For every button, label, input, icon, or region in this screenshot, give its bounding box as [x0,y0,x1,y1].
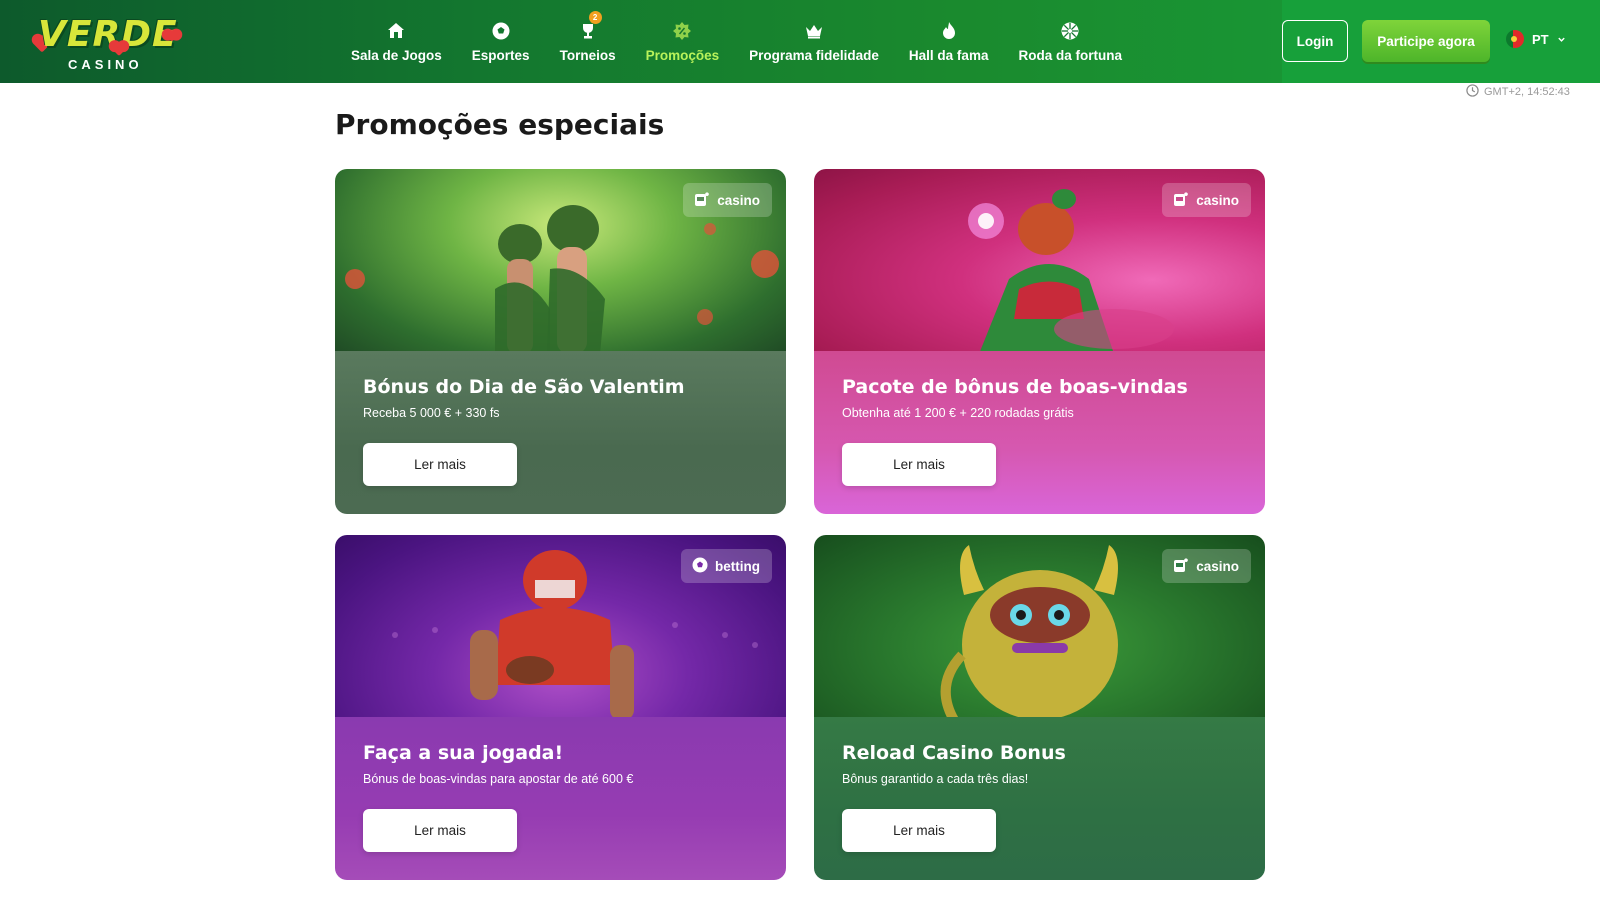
nav-torneios[interactable]: 2 Torneios [545,0,631,83]
nav-promocoes[interactable]: Promoções [631,0,735,83]
promo-subtitle: Bônus garantido a cada três dias! [842,772,1029,786]
promo-card-welcome-package[interactable]: casino Pacote de bônus de boas-vindas Ob… [814,169,1265,514]
promo-tag-label: casino [717,192,760,208]
login-button[interactable]: Login [1282,20,1348,62]
main-nav: Sala de Jogos Esportes 2 Torneios Promoç… [336,0,1137,83]
nav-label: Hall da fama [908,48,989,63]
nav-hall-da-fama[interactable]: Hall da fama [894,0,1004,83]
server-clock: GMT+2, 14:52:43 [1466,84,1570,100]
chevron-down-icon [1557,32,1566,47]
promo-card-reload[interactable]: casino Reload Casino Bonus Bônus garanti… [814,535,1265,880]
slot-machine-icon [1172,190,1190,211]
clock-text: GMT+2, 14:52:43 [1484,86,1570,98]
promo-subtitle: Obtenha até 1 200 € + 220 rodadas grátis [842,406,1074,420]
promo-tag-label: casino [1196,558,1239,574]
read-more-button[interactable]: Ler mais [842,443,996,486]
promo-title: Pacote de bônus de boas-vindas [842,376,1188,398]
promo-subtitle: Bónus de boas-vindas para apostar de até… [363,772,634,786]
nav-roda-da-fortuna[interactable]: Roda da fortuna [1003,0,1137,83]
portugal-flag-icon [1506,30,1524,48]
heart-icon [166,30,178,42]
wheel-icon [1059,20,1081,42]
promo-tag: casino [1162,549,1251,583]
verde-casino-logo[interactable]: VERDE CASINO [30,10,190,72]
join-now-button[interactable]: Participe agora [1362,20,1490,62]
promo-card-valentine[interactable]: casino Bónus do Dia de São Valentim Rece… [335,169,786,514]
logo-word: VERDE [38,14,178,55]
slot-machine-icon [693,190,711,211]
read-more-button[interactable]: Ler mais [363,443,517,486]
notification-badge: 2 [588,11,602,24]
promo-title: Bónus do Dia de São Valentim [363,376,685,398]
top-header: VERDE CASINO Sala de Jogos Esportes 2 To… [0,0,1600,83]
promo-tag: casino [683,183,772,217]
promo-badge-icon [671,20,693,42]
read-more-button[interactable]: Ler mais [363,809,517,852]
slot-machine-icon [1172,556,1190,577]
fire-icon [938,20,960,42]
promo-title: Reload Casino Bonus [842,742,1066,764]
crown-icon [803,20,825,42]
logo-subtitle: CASINO [68,57,143,72]
language-selector[interactable]: PT [1506,30,1566,48]
promo-tag: betting [681,549,772,583]
language-code: PT [1532,31,1549,47]
promo-tag-label: casino [1196,192,1239,208]
read-more-button[interactable]: Ler mais [842,809,996,852]
soccer-ball-icon [490,20,512,42]
nav-label: Roda da fortuna [1018,48,1122,63]
nav-label: Programa fidelidade [749,48,879,63]
soccer-ball-icon [691,556,709,577]
nav-label: Sala de Jogos [351,48,442,63]
promo-tag-label: betting [715,558,760,574]
nav-sala-de-jogos[interactable]: Sala de Jogos [336,0,457,83]
promo-card-betting[interactable]: betting Faça a sua jogada! Bónus de boas… [335,535,786,880]
promo-tag: casino [1162,183,1251,217]
nav-esportes[interactable]: Esportes [457,0,545,83]
home-icon [385,20,407,42]
nav-label: Esportes [471,48,530,63]
clock-icon [1466,84,1479,100]
promo-subtitle: Receba 5 000 € + 330 fs [363,406,500,420]
promo-title: Faça a sua jogada! [363,742,564,764]
nav-label: Promoções [645,48,720,63]
nav-label: Torneios [559,48,616,63]
nav-programa-fidelidade[interactable]: Programa fidelidade [734,0,894,83]
page-title: Promoções especiais [335,108,665,141]
